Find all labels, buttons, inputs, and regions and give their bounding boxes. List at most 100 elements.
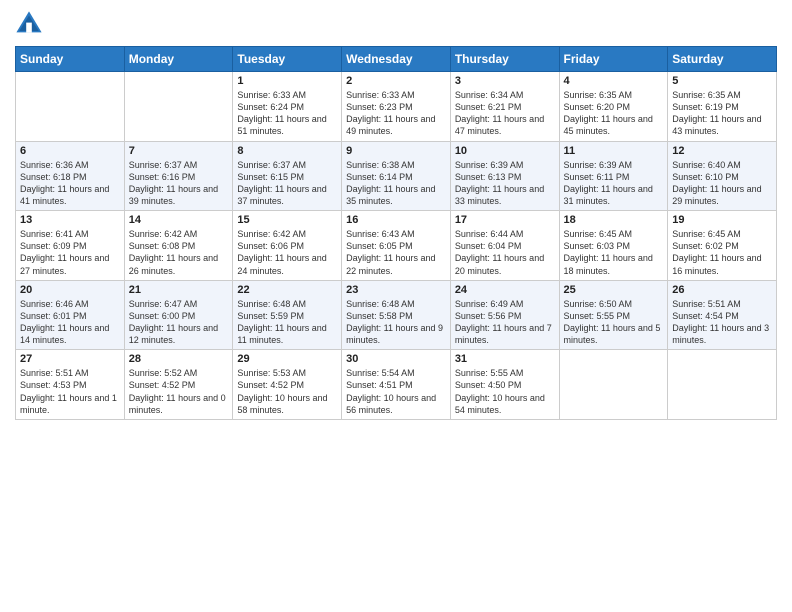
cell-info: Sunrise: 6:38 AM Sunset: 6:14 PM Dayligh… <box>346 159 446 208</box>
day-header-tuesday: Tuesday <box>233 47 342 72</box>
cell-info: Sunrise: 6:35 AM Sunset: 6:20 PM Dayligh… <box>564 89 664 138</box>
cell-info: Sunrise: 6:50 AM Sunset: 5:55 PM Dayligh… <box>564 298 664 347</box>
calendar-cell: 7 Sunrise: 6:37 AM Sunset: 6:16 PM Daylig… <box>124 141 233 211</box>
calendar-cell: 2Sunrise: 6:33 AM Sunset: 6:23 PM Daylig… <box>342 72 451 142</box>
calendar-cell: 16Sunrise: 6:43 AM Sunset: 6:05 PM Dayli… <box>342 211 451 281</box>
day-number: 5 <box>672 75 772 87</box>
week-row-5: 27Sunrise: 5:51 AM Sunset: 4:53 PM Dayli… <box>16 350 777 420</box>
cell-info: Sunrise: 6:48 AM Sunset: 5:58 PM Dayligh… <box>346 298 446 347</box>
day-number: 2 <box>346 75 446 87</box>
calendar-cell: 21Sunrise: 6:47 AM Sunset: 6:00 PM Dayli… <box>124 280 233 350</box>
cell-info: Sunrise: 6:42 AM Sunset: 6:06 PM Dayligh… <box>237 228 337 277</box>
cell-info: Sunrise: 6:33 AM Sunset: 6:24 PM Dayligh… <box>237 89 337 138</box>
cell-info: Sunrise: 6:36 AM Sunset: 6:18 PM Dayligh… <box>20 159 120 208</box>
cell-info: Sunrise: 6:37 AM Sunset: 6:16 PM Dayligh… <box>129 159 229 208</box>
cell-info: Sunrise: 6:45 AM Sunset: 6:02 PM Dayligh… <box>672 228 772 277</box>
day-number: 19 <box>672 214 772 226</box>
cell-info: Sunrise: 5:54 AM Sunset: 4:51 PM Dayligh… <box>346 367 446 416</box>
day-number: 24 <box>455 284 555 296</box>
calendar-cell: 19 Sunrise: 6:45 AM Sunset: 6:02 PM Dayli… <box>668 211 777 281</box>
day-number: 23 <box>346 284 446 296</box>
header <box>15 10 777 38</box>
cell-info: Sunrise: 6:44 AM Sunset: 6:04 PM Dayligh… <box>455 228 555 277</box>
day-header-monday: Monday <box>124 47 233 72</box>
calendar-cell: 8Sunrise: 6:37 AM Sunset: 6:15 PM Daylig… <box>233 141 342 211</box>
day-number: 31 <box>455 353 555 365</box>
week-row-2: 6 Sunrise: 6:36 AM Sunset: 6:18 PM Daylig… <box>16 141 777 211</box>
calendar-cell: 14 Sunrise: 6:42 AM Sunset: 6:08 PM Dayli… <box>124 211 233 281</box>
calendar-cell: 13 Sunrise: 6:41 AM Sunset: 6:09 PM Dayli… <box>16 211 125 281</box>
calendar: SundayMondayTuesdayWednesdayThursdayFrid… <box>15 46 777 420</box>
day-number: 15 <box>237 214 337 226</box>
week-row-3: 13 Sunrise: 6:41 AM Sunset: 6:09 PM Dayli… <box>16 211 777 281</box>
day-number: 18 <box>564 214 664 226</box>
calendar-cell: 25Sunrise: 6:50 AM Sunset: 5:55 PM Dayli… <box>559 280 668 350</box>
cell-info: Sunrise: 5:53 AM Sunset: 4:52 PM Dayligh… <box>237 367 337 416</box>
day-header-wednesday: Wednesday <box>342 47 451 72</box>
cell-info: Sunrise: 5:52 AM Sunset: 4:52 PM Dayligh… <box>129 367 229 416</box>
day-number: 8 <box>237 145 337 157</box>
calendar-cell: 22Sunrise: 6:48 AM Sunset: 5:59 PM Dayli… <box>233 280 342 350</box>
calendar-cell: 28 Sunrise: 5:52 AM Sunset: 4:52 PM Dayli… <box>124 350 233 420</box>
day-number: 22 <box>237 284 337 296</box>
day-number: 29 <box>237 353 337 365</box>
cell-info: Sunrise: 6:42 AM Sunset: 6:08 PM Dayligh… <box>129 228 229 277</box>
page: SundayMondayTuesdayWednesdayThursdayFrid… <box>0 0 792 612</box>
day-header-thursday: Thursday <box>450 47 559 72</box>
calendar-cell: 18 Sunrise: 6:45 AM Sunset: 6:03 PM Dayli… <box>559 211 668 281</box>
calendar-cell: 27Sunrise: 5:51 AM Sunset: 4:53 PM Dayli… <box>16 350 125 420</box>
calendar-cell <box>124 72 233 142</box>
week-row-4: 20 Sunrise: 6:46 AM Sunset: 6:01 PM Dayli… <box>16 280 777 350</box>
calendar-cell: 4Sunrise: 6:35 AM Sunset: 6:20 PM Daylig… <box>559 72 668 142</box>
day-number: 14 <box>129 214 229 226</box>
logo <box>15 10 47 38</box>
day-number: 27 <box>20 353 120 365</box>
calendar-cell: 31 Sunrise: 5:55 AM Sunset: 4:50 PM Dayli… <box>450 350 559 420</box>
calendar-cell: 5 Sunrise: 6:35 AM Sunset: 6:19 PM Daylig… <box>668 72 777 142</box>
day-number: 28 <box>129 353 229 365</box>
day-header-friday: Friday <box>559 47 668 72</box>
day-number: 17 <box>455 214 555 226</box>
cell-info: Sunrise: 6:40 AM Sunset: 6:10 PM Dayligh… <box>672 159 772 208</box>
day-number: 13 <box>20 214 120 226</box>
day-number: 1 <box>237 75 337 87</box>
cell-info: Sunrise: 6:45 AM Sunset: 6:03 PM Dayligh… <box>564 228 664 277</box>
calendar-cell: 26 Sunrise: 5:51 AM Sunset: 4:54 PM Dayli… <box>668 280 777 350</box>
cell-info: Sunrise: 5:51 AM Sunset: 4:54 PM Dayligh… <box>672 298 772 347</box>
cell-info: Sunrise: 6:41 AM Sunset: 6:09 PM Dayligh… <box>20 228 120 277</box>
calendar-cell: 20 Sunrise: 6:46 AM Sunset: 6:01 PM Dayli… <box>16 280 125 350</box>
cell-info: Sunrise: 5:55 AM Sunset: 4:50 PM Dayligh… <box>455 367 555 416</box>
cell-info: Sunrise: 6:35 AM Sunset: 6:19 PM Dayligh… <box>672 89 772 138</box>
cell-info: Sunrise: 6:43 AM Sunset: 6:05 PM Dayligh… <box>346 228 446 277</box>
day-number: 12 <box>672 145 772 157</box>
day-number: 3 <box>455 75 555 87</box>
cell-info: Sunrise: 6:46 AM Sunset: 6:01 PM Dayligh… <box>20 298 120 347</box>
day-number: 7 <box>129 145 229 157</box>
calendar-cell <box>668 350 777 420</box>
day-number: 26 <box>672 284 772 296</box>
calendar-cell: 11Sunrise: 6:39 AM Sunset: 6:11 PM Dayli… <box>559 141 668 211</box>
calendar-cell: 30Sunrise: 5:54 AM Sunset: 4:51 PM Dayli… <box>342 350 451 420</box>
day-number: 6 <box>20 145 120 157</box>
day-number: 20 <box>20 284 120 296</box>
logo-icon <box>15 10 43 38</box>
day-number: 9 <box>346 145 446 157</box>
calendar-cell: 1 Sunrise: 6:33 AM Sunset: 6:24 PM Daylig… <box>233 72 342 142</box>
calendar-cell <box>16 72 125 142</box>
calendar-cell: 15 Sunrise: 6:42 AM Sunset: 6:06 PM Dayli… <box>233 211 342 281</box>
calendar-cell: 10 Sunrise: 6:39 AM Sunset: 6:13 PM Dayli… <box>450 141 559 211</box>
cell-info: Sunrise: 6:34 AM Sunset: 6:21 PM Dayligh… <box>455 89 555 138</box>
calendar-cell: 3 Sunrise: 6:34 AM Sunset: 6:21 PM Daylig… <box>450 72 559 142</box>
cell-info: Sunrise: 6:39 AM Sunset: 6:13 PM Dayligh… <box>455 159 555 208</box>
day-number: 10 <box>455 145 555 157</box>
day-header-sunday: Sunday <box>16 47 125 72</box>
cell-info: Sunrise: 6:49 AM Sunset: 5:56 PM Dayligh… <box>455 298 555 347</box>
cell-info: Sunrise: 6:39 AM Sunset: 6:11 PM Dayligh… <box>564 159 664 208</box>
calendar-cell: 23 Sunrise: 6:48 AM Sunset: 5:58 PM Dayli… <box>342 280 451 350</box>
calendar-cell: 29 Sunrise: 5:53 AM Sunset: 4:52 PM Dayli… <box>233 350 342 420</box>
day-header-saturday: Saturday <box>668 47 777 72</box>
day-number: 21 <box>129 284 229 296</box>
calendar-cell: 12 Sunrise: 6:40 AM Sunset: 6:10 PM Dayli… <box>668 141 777 211</box>
week-row-1: 1 Sunrise: 6:33 AM Sunset: 6:24 PM Daylig… <box>16 72 777 142</box>
calendar-cell: 17 Sunrise: 6:44 AM Sunset: 6:04 PM Dayli… <box>450 211 559 281</box>
